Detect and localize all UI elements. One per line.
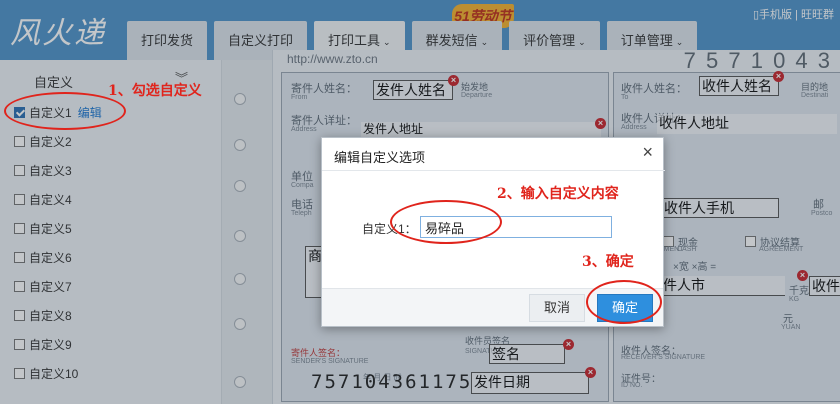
annotation-step3: 3、确定 — [582, 254, 634, 270]
divider — [322, 170, 665, 171]
annotation-step2: 2、输入自定义内容 — [497, 186, 619, 202]
dialog-title: 编辑自定义选项 — [334, 150, 426, 165]
annotation-oval-input — [390, 200, 502, 244]
annotation-step1: 1、勾选自定义 — [108, 83, 202, 99]
close-icon[interactable]: × — [642, 142, 653, 163]
annotation-oval-confirm — [586, 280, 662, 324]
cancel-button[interactable]: 取消 — [529, 294, 585, 322]
